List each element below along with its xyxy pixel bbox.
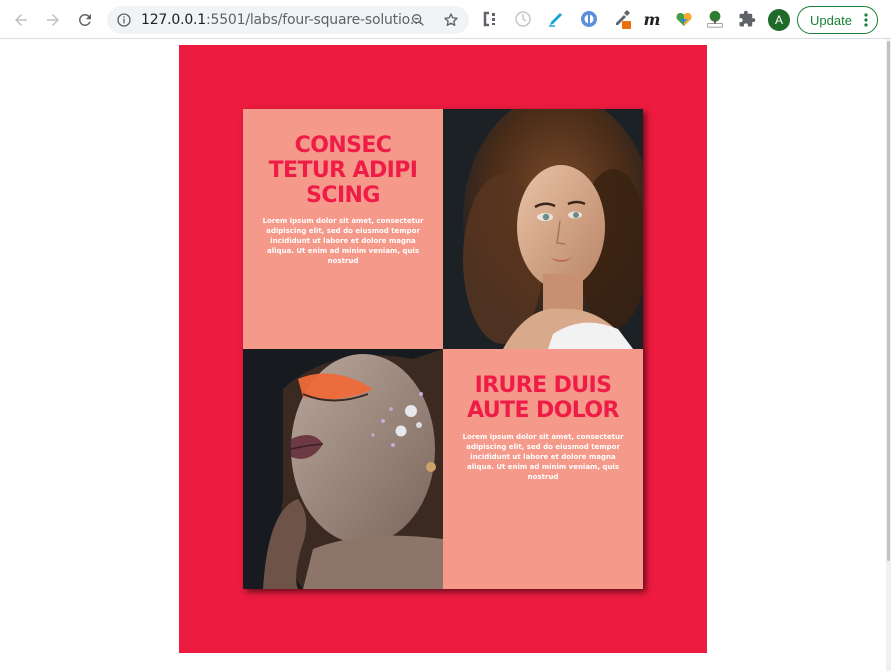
- four-square-card: CONSEC TETUR ADIPI SCING Lorem ipsum dol…: [243, 109, 643, 589]
- portrait-photo-woman-curly-hair: [443, 109, 643, 349]
- url-host: 127.0.0.1: [141, 12, 206, 28]
- m-extension-icon[interactable]: m: [643, 10, 661, 29]
- tile-heading: IRURE DUIS AUTE DOLOR: [467, 373, 619, 423]
- more-menu-icon: [864, 13, 868, 27]
- makeup-portrait-image: [243, 349, 443, 589]
- css-peeper-extension-icon[interactable]: [481, 10, 499, 28]
- tile-heading: CONSEC TETUR ADIPI SCING: [268, 133, 418, 208]
- zoom-icon[interactable]: [410, 12, 426, 28]
- page-scrollbar[interactable]: [886, 39, 891, 671]
- forward-button[interactable]: [41, 8, 65, 32]
- info-icon[interactable]: [116, 12, 132, 28]
- extensions-puzzle-icon[interactable]: [738, 10, 756, 28]
- back-button[interactable]: [9, 8, 33, 32]
- text-tile-top-left: CONSEC TETUR ADIPI SCING Lorem ipsum dol…: [243, 109, 443, 349]
- update-button-label: Update: [810, 12, 852, 28]
- timer-extension-icon[interactable]: [514, 10, 532, 28]
- url-path: :5501/labs/four-square-solutio...: [206, 12, 423, 28]
- text-tile-bottom-right: IRURE DUIS AUTE DOLOR Lorem ipsum dolor …: [443, 349, 643, 589]
- heart-extension-icon[interactable]: [675, 10, 693, 28]
- reload-icon: [78, 13, 91, 26]
- tile-body-text: Lorem ipsum dolor sit amet, consectetur …: [462, 433, 624, 481]
- portrait-image: [443, 109, 643, 349]
- portrait-photo-woman-makeup: [243, 349, 443, 589]
- eyedropper-extension-icon[interactable]: [613, 10, 631, 29]
- color-picker-extension-icon[interactable]: [580, 10, 598, 28]
- address-bar[interactable]: 127.0.0.1:5501/labs/four-square-solutio.…: [107, 6, 469, 34]
- browser-toolbar: 127.0.0.1:5501/labs/four-square-solutio.…: [0, 0, 891, 39]
- html-tree-extension-icon[interactable]: [706, 10, 724, 28]
- bookmark-star-icon[interactable]: [443, 12, 459, 28]
- reload-button[interactable]: [73, 8, 97, 32]
- update-button[interactable]: Update: [797, 6, 878, 34]
- tile-body-text: Lorem ipsum dolor sit amet, consectetur …: [262, 217, 424, 265]
- profile-avatar[interactable]: A: [768, 9, 790, 31]
- forward-arrow-icon: [47, 14, 59, 26]
- back-arrow-icon: [15, 14, 27, 26]
- scrollbar-thumb[interactable]: [887, 41, 890, 561]
- highlighter-extension-icon[interactable]: [547, 10, 565, 28]
- url-text: 127.0.0.1:5501/labs/four-square-solutio.…: [141, 12, 423, 28]
